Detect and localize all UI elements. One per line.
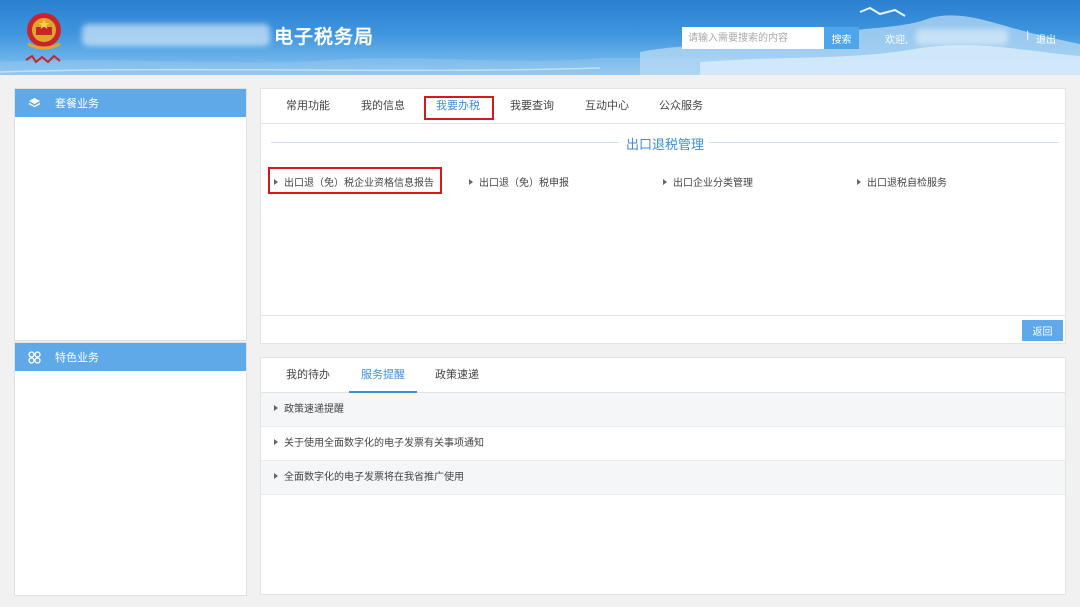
section-divider-left [271,142,619,143]
search-input[interactable] [682,27,824,49]
service-label: 出口退税自检服务 [867,178,947,189]
notices-panel: 我的待办 服务提醒 政策速递 政策速递提醒 关于使用全面数字化的电子发票有关事项… [260,357,1066,595]
tab-query[interactable]: 我要查询 [510,89,554,123]
tab-my-todo[interactable]: 我的待办 [286,358,330,392]
site-title: 电子税务局 [274,26,375,48]
bureau-name-redacted [82,24,270,46]
package-business-label: 套餐业务 [55,97,99,110]
service-classification-management[interactable]: 出口企业分类管理 [663,174,753,189]
grid-icon [28,350,41,364]
tab-my-info[interactable]: 我的信息 [361,89,405,123]
username-redacted [916,29,1008,45]
caret-right-icon [857,179,861,185]
logout-link[interactable]: 退出 [1036,31,1056,46]
tax-services-panel: 常用功能 我的信息 我要办税 我要查询 互动中心 公众服务 出口退税管理 出口退… [260,88,1066,344]
notice-label: 政策速递提醒 [284,404,344,415]
tab-public-services[interactable]: 公众服务 [659,89,703,123]
welcome-text: 欢迎, [885,35,909,46]
tab-highlight-box [424,96,494,120]
special-business-label: 特色业务 [55,351,99,364]
service-highlight-box [268,167,442,194]
service-label: 出口企业分类管理 [673,178,753,189]
tab-interaction-center[interactable]: 互动中心 [585,89,629,123]
main-tab-bar: 常用功能 我的信息 我要办税 我要查询 互动中心 公众服务 [261,89,1065,124]
notice-tab-bar: 我的待办 服务提醒 政策速递 [261,358,1065,393]
service-self-check[interactable]: 出口退税自检服务 [857,174,947,189]
national-emblem-icon [25,13,61,64]
service-refund-declaration[interactable]: 出口退（免）税申报 [469,174,569,189]
search-button[interactable]: 搜索 [824,27,859,49]
package-business-panel: 套餐业务 [14,88,247,341]
panel-footer-divider [261,315,1065,316]
top-header: 电子税务局 搜索 欢迎, | 退出 [0,0,1080,75]
caret-right-icon [274,473,278,479]
caret-right-icon [663,179,667,185]
package-business-header[interactable]: 套餐业务 [15,89,246,117]
tab-policy-express[interactable]: 政策速递 [435,358,479,392]
layers-icon [28,97,41,107]
notice-item[interactable]: 政策速递提醒 [261,393,1065,427]
tab-service-reminders[interactable]: 服务提醒 [349,358,417,393]
section-divider-right [709,142,1059,143]
export-refund-title: 出口退税管理 [626,138,705,153]
back-button[interactable]: 返回 [1022,320,1063,341]
notice-label: 全面数字化的电子发票将在我省推广使用 [284,472,464,483]
notice-label: 关于使用全面数字化的电子发票有关事项通知 [284,438,484,449]
caret-right-icon [274,439,278,445]
service-label: 出口退（免）税申报 [479,178,569,189]
special-business-header[interactable]: 特色业务 [15,343,246,371]
notice-item[interactable]: 关于使用全面数字化的电子发票有关事项通知 [261,427,1065,461]
caret-right-icon [274,405,278,411]
special-business-panel: 特色业务 [14,342,247,596]
header-separator: | [1026,30,1030,41]
notice-item[interactable]: 全面数字化的电子发票将在我省推广使用 [261,461,1065,495]
caret-right-icon [469,179,473,185]
tab-common-functions[interactable]: 常用功能 [286,89,330,123]
